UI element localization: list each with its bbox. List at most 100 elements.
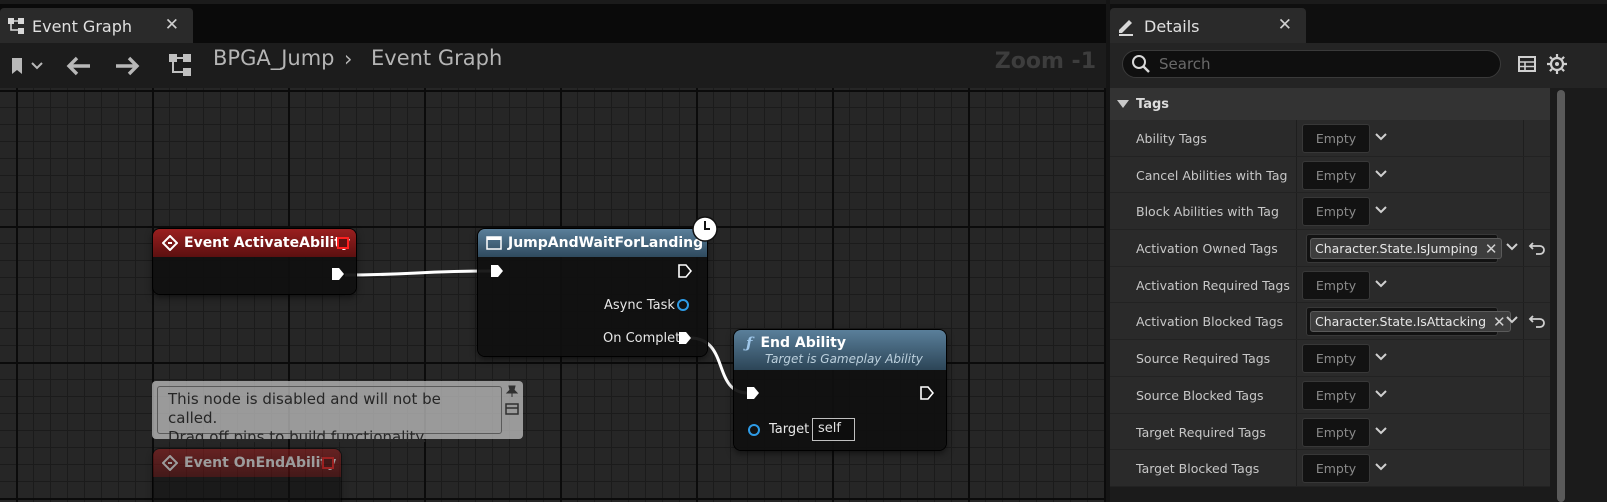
- disabled-node-comment: This node is disabled and will not be ca…: [152, 381, 523, 446]
- column-divider: [1523, 376, 1524, 413]
- tab-details[interactable]: Details ✕: [1110, 8, 1306, 44]
- details-close-icon[interactable]: ✕: [1278, 15, 1292, 35]
- section-header-tags[interactable]: Tags: [1110, 88, 1550, 120]
- async-task-pin[interactable]: [677, 299, 689, 311]
- tag-value-field[interactable]: Empty: [1302, 124, 1370, 153]
- tag-value-field[interactable]: Empty: [1302, 380, 1370, 410]
- chevron-down-icon[interactable]: [1373, 349, 1389, 365]
- tag-container[interactable]: Character.State.IsJumping ✕: [1306, 234, 1503, 264]
- node-title: Event OnEndAbility: [184, 455, 337, 471]
- chevron-down-icon[interactable]: [1504, 239, 1520, 255]
- reset-to-default-icon[interactable]: [1528, 313, 1546, 329]
- editor-root: Event Graph ✕ BPGA_Jump › Event Graph Zo…: [0, 0, 1607, 502]
- node-event-activate-ability[interactable]: Event ActivateAbility: [153, 229, 356, 294]
- details-search-box[interactable]: [1122, 50, 1501, 78]
- column-divider: [1296, 193, 1297, 230]
- details-scroll-thumb[interactable]: [1557, 90, 1565, 502]
- breadcrumb-current[interactable]: Event Graph: [371, 46, 502, 70]
- node-subtitle: Target is Gameplay Ability: [765, 352, 923, 366]
- chevron-down-icon[interactable]: [1373, 386, 1389, 402]
- column-divider: [1296, 120, 1297, 156]
- column-divider: [1296, 303, 1297, 340]
- tab-event-graph[interactable]: Event Graph ✕: [0, 8, 193, 44]
- column-divider: [1523, 120, 1524, 156]
- pin-icon[interactable]: [505, 384, 519, 398]
- tag-chip[interactable]: Character.State.IsJumping ✕: [1310, 238, 1503, 260]
- chevron-down-icon[interactable]: [1373, 166, 1389, 182]
- collapse-icon[interactable]: [505, 403, 519, 415]
- target-value-field[interactable]: self: [812, 418, 855, 441]
- property-row: Activation Required Tags Empty: [1110, 266, 1550, 304]
- gear-icon[interactable]: [1546, 53, 1568, 75]
- zoom-level: Zoom -1: [994, 49, 1096, 74]
- node-header: JumpAndWaitForLanding: [478, 229, 707, 257]
- tab-close-icon[interactable]: ✕: [165, 15, 179, 35]
- details-search-input[interactable]: [1159, 55, 1479, 73]
- back-button[interactable]: [62, 51, 96, 81]
- bookmark-dropdown[interactable]: [4, 51, 46, 81]
- property-label: Activation Required Tags: [1136, 277, 1290, 293]
- table-icon[interactable]: [1517, 54, 1537, 74]
- on-complete-pin[interactable]: [678, 331, 692, 345]
- exec-out-pin[interactable]: [920, 386, 934, 400]
- chevron-down-icon[interactable]: [1373, 202, 1389, 218]
- exec-in-pin[interactable]: [746, 386, 760, 400]
- forward-button[interactable]: [110, 51, 144, 81]
- breadcrumb-root[interactable]: BPGA_Jump: [213, 46, 335, 70]
- property-label: Cancel Abilities with Tag: [1136, 167, 1288, 183]
- details-scrollbar[interactable]: [1557, 90, 1565, 502]
- column-divider: [1296, 413, 1297, 450]
- node-title-row: ƒ End Ability: [734, 334, 846, 352]
- pin-label-async-task: Async Task: [604, 298, 675, 313]
- exec-out-pin[interactable]: [331, 267, 345, 281]
- chevron-down-icon[interactable]: [1373, 459, 1389, 475]
- chevron-down-icon[interactable]: [1373, 129, 1389, 145]
- pencil-icon: [1119, 20, 1133, 36]
- chevron-down-icon[interactable]: [1504, 312, 1520, 328]
- comment-line-1: This node is disabled and will not be ca…: [168, 390, 441, 427]
- graph-tabstrip: Event Graph ✕: [0, 0, 1106, 44]
- column-divider: [1523, 230, 1524, 266]
- blueprint-graph-button[interactable]: [164, 50, 196, 80]
- property-row: Ability Tags Empty: [1110, 120, 1550, 157]
- delegate-pin-icon[interactable]: [322, 457, 334, 469]
- property-row: Cancel Abilities with Tag Empty: [1110, 156, 1550, 194]
- tag-container[interactable]: Character.State.IsAttacking ✕: [1306, 307, 1511, 337]
- details-panel: Details ✕ Search Tags Ability Tags Empty…: [1110, 0, 1607, 502]
- pin-label-target: Target: [769, 422, 810, 437]
- exec-in-pin[interactable]: [490, 264, 504, 278]
- tag-remove-icon[interactable]: ✕: [1485, 240, 1498, 258]
- tag-chip[interactable]: Character.State.IsAttacking ✕: [1310, 311, 1511, 333]
- node-header: Event ActivateAbility: [153, 229, 356, 257]
- property-label: Activation Owned Tags: [1136, 241, 1278, 257]
- column-divider: [1296, 450, 1297, 486]
- node-header: Event OnEndAbility: [153, 449, 341, 477]
- column-divider: [1296, 376, 1297, 413]
- delegate-pin-icon[interactable]: [337, 237, 349, 249]
- property-label: Source Required Tags: [1136, 351, 1271, 367]
- column-divider: [1523, 303, 1524, 340]
- tag-value-field[interactable]: Empty: [1302, 197, 1370, 227]
- tag-value-field[interactable]: Empty: [1302, 270, 1370, 300]
- tag-chip-label: Character.State.IsAttacking: [1315, 314, 1487, 330]
- chevron-down-icon[interactable]: [1373, 423, 1389, 439]
- reset-to-default-icon[interactable]: [1528, 240, 1546, 256]
- column-divider: [1523, 193, 1524, 230]
- node-end-ability[interactable]: ƒ End Ability Target is Gameplay Ability…: [734, 330, 946, 450]
- breadcrumb-separator: ›: [344, 47, 353, 71]
- chevron-down-icon[interactable]: [1373, 276, 1389, 292]
- exec-out-pin[interactable]: [678, 264, 692, 278]
- tag-value-field[interactable]: Empty: [1302, 454, 1370, 484]
- arrow-right-icon: [116, 56, 140, 76]
- property-row: Target Required Tags Empty: [1110, 413, 1550, 451]
- column-divider: [1523, 450, 1524, 486]
- target-pin[interactable]: [748, 424, 760, 436]
- graph-canvas[interactable]: Event ActivateAbility JumpAndWaitForLand…: [0, 88, 1106, 502]
- node-event-on-end-ability[interactable]: Event OnEndAbility: [153, 449, 341, 502]
- tag-value-field[interactable]: Empty: [1302, 417, 1370, 447]
- property-label: Target Required Tags: [1136, 424, 1266, 440]
- node-title: End Ability: [760, 335, 846, 351]
- tag-value-field[interactable]: Empty: [1302, 160, 1370, 190]
- node-jump-and-wait-for-landing[interactable]: JumpAndWaitForLanding Async Task On Comp…: [478, 229, 707, 356]
- tag-value-field[interactable]: Empty: [1302, 344, 1370, 374]
